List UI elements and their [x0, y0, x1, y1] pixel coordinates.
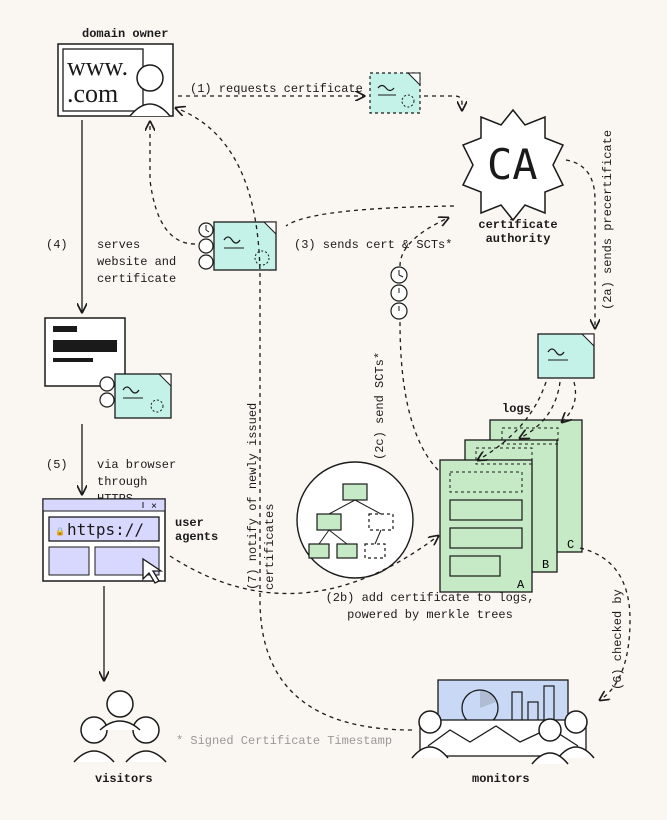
cert-sct-icon: [199, 222, 276, 270]
sct-clocks-icon: [391, 267, 407, 319]
svg-text:https://: https://: [67, 520, 144, 539]
svg-text:A: A: [517, 578, 525, 592]
svg-text:B: B: [542, 558, 549, 572]
visitors-icon: [74, 691, 166, 762]
merkle-tree-icon: [297, 462, 413, 578]
small-cert-icon-1: [370, 73, 420, 113]
svg-text:www.: www.: [67, 52, 128, 81]
diagram-svg: www. .com CA: [0, 0, 667, 820]
svg-text:CA: CA: [487, 140, 538, 189]
website-cert-icon: [45, 318, 171, 418]
small-cert-icon-2: [538, 334, 594, 378]
monitors-icon: [412, 680, 594, 764]
browser-icon: × 🔒 https://: [43, 499, 165, 583]
svg-text:🔒: 🔒: [55, 527, 65, 537]
ca-badge-icon: CA: [463, 110, 563, 220]
svg-text:C: C: [567, 538, 574, 552]
domain-owner-icon: www. .com: [58, 44, 173, 116]
svg-text:×: ×: [151, 502, 157, 513]
logs-icon: C B A: [440, 420, 582, 592]
svg-text:.com: .com: [67, 79, 118, 108]
